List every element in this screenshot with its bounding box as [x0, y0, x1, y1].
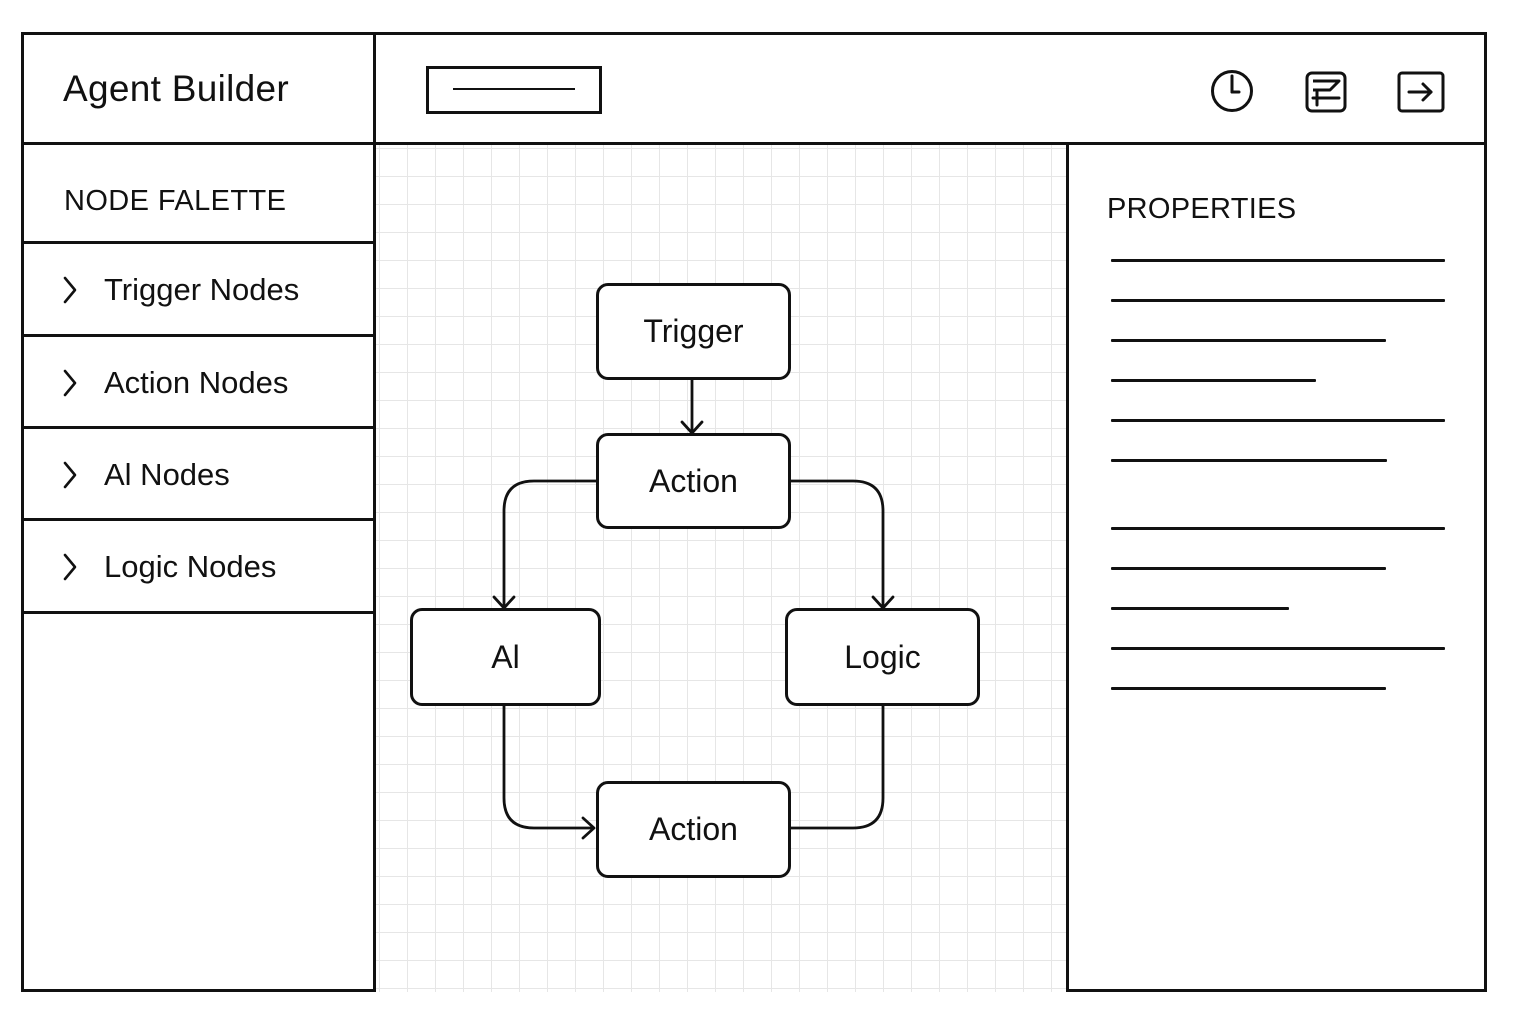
palette-title: NODE FALETTE	[64, 185, 287, 217]
save-button[interactable]	[1300, 68, 1352, 116]
node-ai[interactable]: Al	[410, 608, 601, 706]
edge-action-to-ai	[492, 479, 598, 610]
workflow-canvas[interactable]: Trigger Action Al Logic Action	[376, 145, 1069, 992]
property-placeholder-line	[1111, 647, 1445, 650]
chevron-right-icon	[63, 369, 77, 397]
node-action[interactable]: Action	[596, 433, 791, 529]
export-icon	[1397, 71, 1445, 113]
search-input[interactable]	[426, 66, 602, 114]
edge-logic-to-action	[789, 704, 885, 830]
palette-divider	[24, 611, 373, 614]
node-logic[interactable]: Logic	[785, 608, 980, 706]
export-button[interactable]	[1395, 68, 1447, 116]
edge-action-to-logic	[789, 479, 895, 610]
chevron-right-icon	[63, 276, 77, 304]
node-palette: NODE FALETTE Trigger Nodes Action Nodes …	[24, 145, 376, 992]
property-placeholder-line	[1111, 259, 1445, 262]
top-toolbar	[376, 35, 1487, 145]
property-placeholder-line	[1111, 607, 1289, 610]
chevron-right-icon	[63, 461, 77, 489]
property-placeholder-line	[1111, 419, 1445, 422]
palette-item-trigger-nodes[interactable]: Trigger Nodes	[24, 244, 373, 334]
palette-item-action-nodes[interactable]: Action Nodes	[24, 337, 373, 427]
property-placeholder-line	[1111, 379, 1316, 382]
brand-header: Agent Builder	[24, 35, 376, 145]
property-placeholder-line	[1111, 687, 1386, 690]
save-icon	[1305, 71, 1347, 113]
palette-item-logic-nodes[interactable]: Logic Nodes	[24, 521, 373, 611]
chevron-right-icon	[63, 553, 77, 581]
node-action-final[interactable]: Action	[596, 781, 791, 878]
property-placeholder-line	[1111, 567, 1386, 570]
history-button[interactable]	[1206, 68, 1258, 116]
property-placeholder-line	[1111, 527, 1445, 530]
palette-item-ai-nodes[interactable]: Al Nodes	[24, 429, 373, 519]
palette-item-label: Al Nodes	[104, 457, 230, 492]
palette-item-label: Trigger Nodes	[104, 272, 300, 307]
node-trigger[interactable]: Trigger	[596, 283, 791, 380]
edge-ai-to-action	[502, 704, 596, 840]
clock-icon	[1211, 70, 1253, 112]
property-placeholder-line	[1111, 459, 1387, 462]
palette-item-label: Logic Nodes	[104, 549, 277, 584]
properties-panel: PROPERTIES	[1069, 145, 1487, 992]
palette-item-label: Action Nodes	[104, 365, 289, 400]
property-placeholder-line	[1111, 339, 1386, 342]
app-title: Agent Builder	[63, 68, 290, 109]
properties-title: PROPERTIES	[1107, 193, 1297, 225]
app-window: Agent Builder NODE FALETTE Trigger Nodes…	[21, 32, 1487, 992]
property-placeholder-line	[1111, 299, 1445, 302]
